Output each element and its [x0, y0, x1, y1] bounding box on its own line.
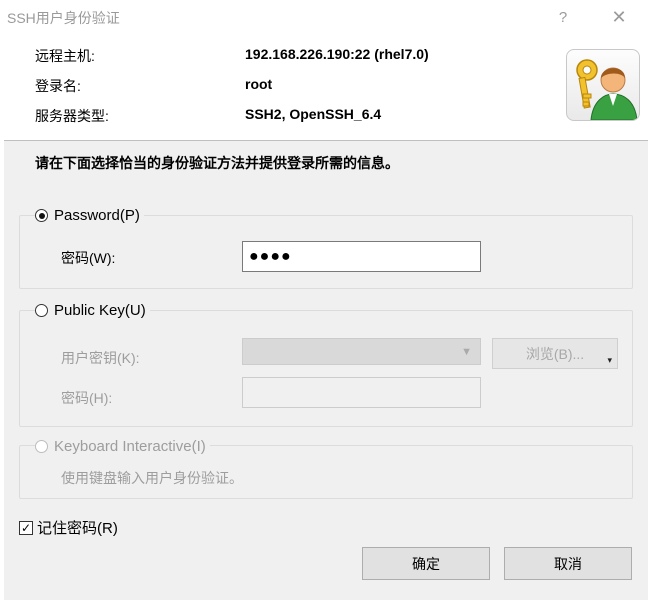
publickey-radio-label: Public Key(U) — [54, 302, 146, 319]
remember-password-checkbox[interactable]: ✓ 记住密码(R) — [19, 517, 118, 538]
dropdown-arrow-icon: ▾ — [607, 355, 612, 365]
browse-button-label: 浏览(B)... — [525, 345, 585, 362]
help-button[interactable]: ? — [540, 0, 586, 34]
host-value: 192.168.226.190:22 (rhel7.0) — [245, 46, 429, 62]
remember-password-label: 记住密码(R) — [37, 520, 118, 537]
password-label: 密码(W): — [61, 250, 116, 266]
user-key-label: 用户密钥(K): — [61, 350, 140, 366]
keyboard-interactive-description: 使用键盘输入用户身份验证。 — [61, 470, 243, 486]
password-radio-label: Password(P) — [54, 207, 140, 224]
title-bar: SSH用户身份验证 ? ✕ — [0, 0, 652, 34]
publickey-radio[interactable]: Public Key(U) — [35, 302, 150, 319]
user-with-key-icon — [566, 49, 640, 121]
server-type-value: SSH2, OpenSSH_6.4 — [245, 106, 382, 122]
connection-info-panel: 远程主机: 192.168.226.190:22 (rhel7.0) 登录名: … — [4, 34, 648, 141]
user-key-select[interactable]: ▼ — [242, 338, 481, 365]
keyboard-interactive-label: Keyboard Interactive(I) — [54, 438, 206, 455]
passphrase-input[interactable] — [242, 377, 481, 408]
window-title: SSH用户身份验证 — [7, 10, 120, 26]
chevron-down-icon: ▼ — [461, 346, 472, 358]
password-radio[interactable]: Password(P) — [35, 207, 144, 224]
instruction-text: 请在下面选择恰当的身份验证方法并提供登录所需的信息。 — [35, 155, 399, 171]
password-input[interactable]: ●●●● — [242, 241, 481, 272]
host-label: 远程主机: — [35, 48, 95, 64]
checkbox-checked-icon[interactable]: ✓ — [19, 520, 33, 535]
keyboard-interactive-radio[interactable]: Keyboard Interactive(I) — [35, 438, 210, 455]
ok-button[interactable]: 确定 — [362, 547, 490, 580]
server-type-label: 服务器类型: — [35, 108, 109, 124]
cancel-button[interactable]: 取消 — [504, 547, 632, 580]
radio-unchecked-icon[interactable] — [35, 304, 48, 317]
radio-checked-icon[interactable] — [35, 209, 48, 222]
auth-method-area: 请在下面选择恰当的身份验证方法并提供登录所需的信息。 Password(P) 密… — [4, 141, 648, 600]
login-label: 登录名: — [35, 78, 81, 94]
login-value: root — [245, 76, 273, 92]
radio-disabled-icon[interactable] — [35, 440, 48, 453]
browse-button[interactable]: 浏览(B)... ▾ — [492, 338, 618, 369]
passphrase-label: 密码(H): — [61, 390, 113, 406]
close-button[interactable]: ✕ — [596, 0, 642, 34]
